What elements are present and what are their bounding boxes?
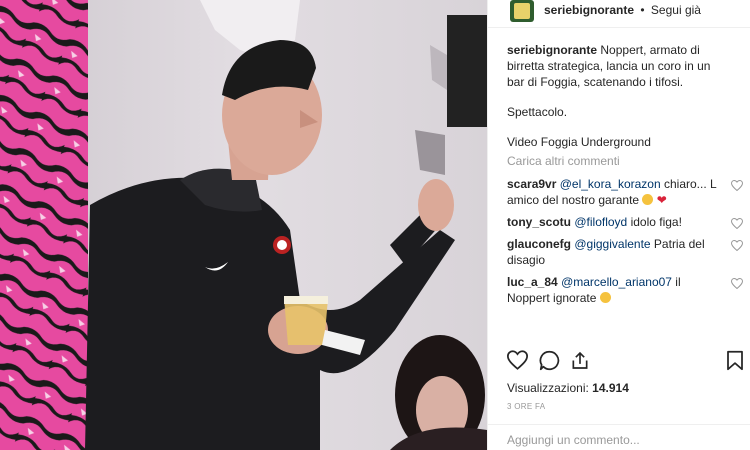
comment-username[interactable]: scara9vr — [507, 177, 556, 191]
post-header: seriebignorante • Segui già — [488, 0, 750, 28]
comment-username[interactable]: tony_scotu — [507, 215, 571, 229]
comment-item: glauconefg @giggivalente Patria del disa… — [507, 236, 743, 268]
share-icon[interactable] — [570, 350, 590, 371]
comment-text: idolo figa! — [627, 215, 682, 229]
tv — [447, 15, 487, 127]
heart-small-icon[interactable] — [731, 180, 743, 191]
caption-line-3: Video Foggia Underground — [507, 135, 651, 149]
avatar[interactable] — [510, 0, 534, 22]
heart-small-icon[interactable] — [731, 278, 743, 289]
action-bar — [507, 350, 743, 376]
comment-username[interactable]: glauconefg — [507, 237, 571, 251]
laughing-emoji-icon — [642, 194, 654, 205]
header-separator: • — [640, 2, 645, 17]
red-heart-emoji-icon: ❤ — [656, 193, 667, 207]
header-username[interactable]: seriebignorante — [544, 3, 634, 17]
comment-item: luc_a_84 @marcello_ariano07 il Noppert i… — [507, 274, 743, 306]
comment-username[interactable]: luc_a_84 — [507, 275, 558, 289]
heart-small-icon[interactable] — [731, 240, 743, 251]
laughing-emoji-icon — [599, 292, 611, 303]
view-count[interactable]: Visualizzazioni: 14.914 — [507, 381, 629, 395]
views-label: Visualizzazioni: — [507, 381, 589, 395]
follow-status-button[interactable]: Segui già — [651, 3, 701, 17]
load-more-comments-link[interactable]: Carica altri commenti — [507, 154, 740, 168]
comment-mention[interactable]: @filofloyd — [574, 215, 627, 229]
comments-section: seriebignorante Noppert, armato di birre… — [507, 42, 743, 312]
bookmark-icon[interactable] — [726, 350, 744, 371]
add-comment-input[interactable]: Aggiungi un commento... — [488, 424, 750, 450]
video-frame — [0, 0, 487, 450]
add-comment-placeholder: Aggiungi un commento... — [507, 433, 640, 447]
comment-mention[interactable]: @giggivalente — [574, 237, 650, 251]
views-value: 14.914 — [592, 381, 629, 395]
comment-mention[interactable]: @marcello_ariano07 — [561, 275, 672, 289]
zebra-wall — [0, 0, 88, 450]
comment-item: tony_scotu @filofloyd idolo figa! — [507, 214, 743, 230]
comment-item: scara9vr @el_kora_korazon chiaro... L am… — [507, 176, 743, 208]
post-timestamp[interactable]: 3 ORE FA — [507, 402, 545, 411]
post-caption: seriebignorante Noppert, armato di birre… — [507, 42, 729, 150]
post-sidebar: seriebignorante • Segui già seriebignora… — [487, 0, 750, 450]
caption-line-2: Spettacolo. — [507, 105, 568, 119]
heart-small-icon[interactable] — [731, 218, 743, 229]
post-video[interactable] — [0, 0, 487, 450]
like-icon[interactable] — [507, 350, 528, 370]
beer-cup — [284, 298, 328, 345]
comment-mention[interactable]: @el_kora_korazon — [560, 177, 661, 191]
caption-username[interactable]: seriebignorante — [507, 43, 597, 57]
comment-icon[interactable] — [539, 350, 560, 371]
